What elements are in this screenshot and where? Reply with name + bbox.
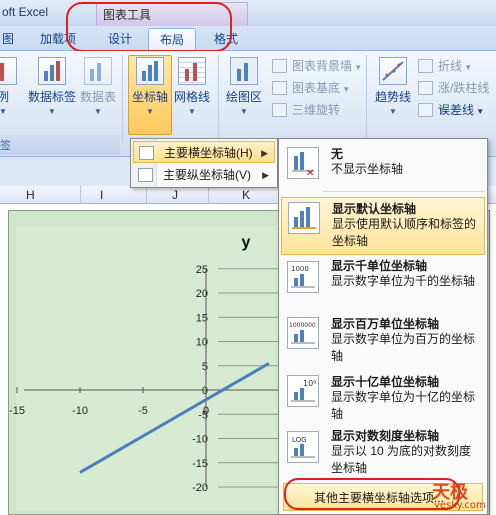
chart-title: y xyxy=(242,234,251,251)
axis-option-millions[interactable]: 1000000 显示百万单位坐标轴 显示数字单位为百万的坐标轴 xyxy=(281,313,485,369)
watermark-logo: 天极 yesky.com xyxy=(432,478,494,514)
axis-option-billions[interactable]: 10⁹ 显示十亿单位坐标轴 显示数字单位为十亿的坐标轴 xyxy=(281,371,485,427)
axis-option-desc: 显示使用默认顺序和标签的坐标轴 xyxy=(332,217,477,248)
primary-vertical-axis-item[interactable]: 主要纵坐标轴(V) ▶ xyxy=(133,164,275,186)
axis-option-desc: 不显示坐标轴 xyxy=(331,162,404,176)
axis-option-title: 显示千单位坐标轴 xyxy=(331,259,428,273)
x-tick-label: 0 xyxy=(203,405,209,417)
more-axis-options-label: 其他主要横坐标轴选项... xyxy=(314,491,445,505)
axis-badge-text: 1000 xyxy=(291,265,309,273)
x-tick-label: -10 xyxy=(72,405,88,417)
axis-option-default[interactable]: 显示默认坐标轴 显示使用默认顺序和标签的坐标轴 xyxy=(281,197,485,255)
x-tick-label: -5 xyxy=(138,405,148,417)
series-line xyxy=(79,362,270,474)
primary-vertical-axis-label: 主要纵坐标轴(V) xyxy=(163,168,251,182)
log-axis-icon: LOG xyxy=(287,431,319,463)
horizontal-axis-icon xyxy=(139,146,154,160)
axis-option-desc: 显示数字单位为千的坐标轴 xyxy=(331,274,476,288)
primary-horizontal-axis-label: 主要横坐标轴(H) xyxy=(164,146,253,160)
axis-badge-text: 1000000 xyxy=(289,322,316,329)
axis-badge-text: LOG xyxy=(292,436,307,444)
axis-option-none[interactable]: ✕ 无 不显示坐标轴 xyxy=(281,141,485,187)
svg-text:✕: ✕ xyxy=(306,168,314,178)
default-axis-icon xyxy=(288,202,320,234)
y-tick-label: 5 xyxy=(202,361,208,373)
millions-axis-icon: 1000000 xyxy=(287,317,319,349)
axis-option-desc: 显示数字单位为百万的坐标轴 xyxy=(331,332,476,363)
axis-badge-text: 10⁹ xyxy=(303,379,316,388)
thousands-axis-icon: 1000 xyxy=(287,261,319,293)
no-axis-icon: ✕ xyxy=(287,147,319,179)
axis-option-title: 显示默认坐标轴 xyxy=(332,202,417,216)
axes-submenu: 主要横坐标轴(H) ▶ 主要纵坐标轴(V) ▶ xyxy=(130,138,278,188)
watermark-site: yesky.com xyxy=(434,500,486,511)
axis-option-thousands[interactable]: 1000 显示千单位坐标轴 显示数字单位为千的坐标轴 xyxy=(281,257,485,307)
axis-option-title: 无 xyxy=(331,147,344,161)
y-tick-label: 0 xyxy=(202,385,208,397)
axis-option-desc: 显示以 10 为底的对数刻度坐标轴 xyxy=(331,444,472,475)
vertical-axis-icon xyxy=(138,168,153,182)
axis-option-log[interactable]: LOG 显示对数刻度坐标轴 显示以 10 为底的对数刻度坐标轴 xyxy=(281,427,485,481)
axis-option-title: 显示对数刻度坐标轴 xyxy=(331,429,440,443)
chevron-right-icon: ▶ xyxy=(261,148,268,158)
axis-option-title: 显示百万单位坐标轴 xyxy=(331,317,440,331)
horizontal-axis-options-panel: ✕ 无 不显示坐标轴 显示默认坐标轴 显示使用默认顺序和标签的坐标轴 1000 … xyxy=(278,138,488,515)
axis-option-title: 显示十亿单位坐标轴 xyxy=(331,375,440,389)
chevron-right-icon: ▶ xyxy=(262,170,269,180)
x-tick-label: -15 xyxy=(9,405,25,417)
primary-horizontal-axis-item[interactable]: 主要横坐标轴(H) ▶ xyxy=(133,141,275,163)
menu-separator xyxy=(323,191,485,192)
axis-option-desc: 显示数字单位为十亿的坐标轴 xyxy=(331,390,476,421)
billions-axis-icon: 10⁹ xyxy=(287,375,319,407)
